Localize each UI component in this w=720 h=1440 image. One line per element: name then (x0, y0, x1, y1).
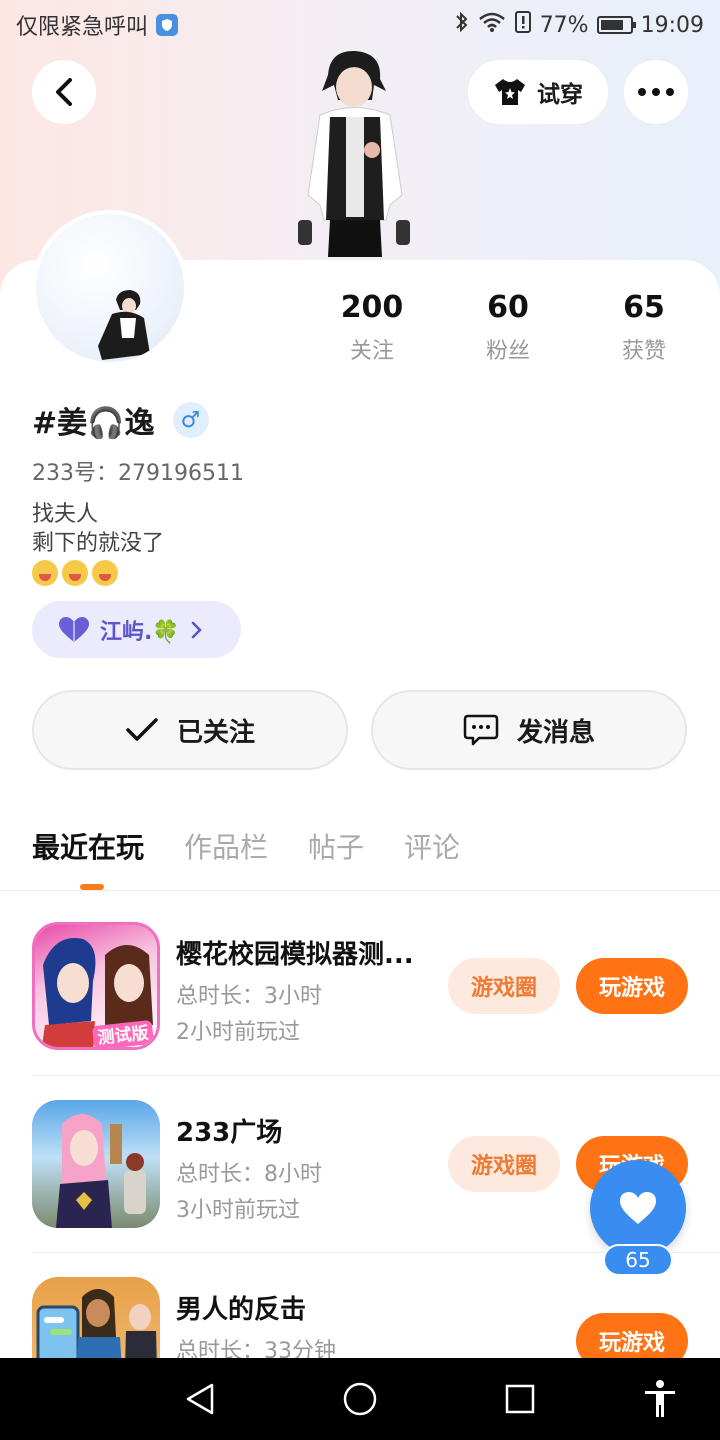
game-duration: 总时长：8小时 (176, 1162, 322, 1187)
send-message-button[interactable]: 发消息 (371, 690, 687, 770)
like-count-badge: 65 (603, 1244, 673, 1276)
stat-fans[interactable]: 60 粉丝 (448, 290, 568, 365)
following-label: 关注 (349, 339, 394, 364)
circle-home-icon (343, 1382, 377, 1416)
laughing-emoji-icon (32, 560, 58, 586)
game-circle-button[interactable]: 游戏圈 (448, 958, 560, 1014)
likes-count: 65 (623, 290, 665, 325)
profile-tabs: 最近在玩 作品栏 帖子 评论 (32, 826, 460, 866)
bluetooth-icon (454, 10, 470, 40)
nickname: #姜🎧逸 ♂ (32, 398, 209, 442)
heart-icon (59, 616, 89, 642)
square-recents-icon (505, 1384, 535, 1414)
sim-alert-icon (514, 10, 532, 40)
avatar[interactable] (32, 210, 188, 366)
bio-emoji-row (32, 560, 164, 586)
user-id: 233号：279196511 (32, 461, 244, 486)
wifi-icon (478, 11, 506, 39)
play-game-button[interactable]: 玩游戏 (576, 958, 688, 1014)
bio-line-1: 找夫人 (32, 502, 99, 527)
stat-following[interactable]: 200 关注 (312, 290, 432, 365)
battery-percent: 77% (539, 12, 589, 38)
tab-recently-played[interactable]: 最近在玩 (32, 826, 144, 866)
bio-line-2: 剩下的就没了 (32, 531, 165, 556)
following-count: 200 (340, 290, 404, 325)
heart-icon (620, 1192, 656, 1224)
game-last-played: 2小时前玩过 (176, 1020, 300, 1045)
send-message-label: 发消息 (516, 717, 595, 748)
likes-label: 获赞 (621, 339, 666, 364)
tab-comments[interactable]: 评论 (404, 826, 460, 866)
game-name: 233广场 (176, 1118, 283, 1148)
like-button[interactable] (590, 1160, 686, 1256)
row-divider (32, 1075, 720, 1076)
followed-button[interactable]: 已关注 (32, 690, 348, 770)
game-name: 男人的反击 (176, 1295, 307, 1325)
followed-label: 已关注 (176, 717, 255, 748)
more-icon (638, 88, 674, 96)
shield-icon (156, 14, 179, 36)
nav-accessibility-button[interactable] (635, 1374, 685, 1424)
nav-back-button[interactable] (175, 1374, 225, 1424)
pair-tag-label: 江屿.🍀 (100, 619, 180, 645)
game-icon: 测试版 (32, 922, 160, 1050)
emergency-call-text: 仅限紧急呼叫 (16, 15, 149, 40)
game-name: 樱花校园模拟器测... (176, 940, 414, 970)
game-last-played: 3小时前玩过 (176, 1198, 300, 1223)
nav-recents-button[interactable] (495, 1374, 545, 1424)
game-duration: 总时长：3小时 (176, 984, 322, 1009)
avatar-3d-figure (290, 45, 420, 260)
try-on-button[interactable]: 试穿 (468, 60, 608, 124)
accessibility-icon (645, 1380, 675, 1417)
nickname-text: #姜🎧逸 (32, 406, 155, 441)
more-options-button[interactable] (624, 60, 688, 124)
laughing-emoji-icon (62, 560, 88, 586)
tab-posts[interactable]: 帖子 (308, 826, 364, 866)
laughing-emoji-icon (92, 560, 118, 586)
chat-bubble-icon (463, 714, 499, 746)
male-gender-icon: ♂ (172, 402, 209, 438)
tab-works[interactable]: 作品栏 (184, 826, 268, 866)
chevron-right-icon (191, 621, 202, 638)
fans-label: 粉丝 (485, 339, 530, 364)
game-icon (32, 1100, 160, 1228)
shirt-icon (495, 79, 525, 105)
bio: 找夫人 剩下的就没了 (32, 500, 164, 586)
battery-icon (596, 16, 636, 34)
game-circle-button[interactable]: 游戏圈 (448, 1136, 560, 1192)
game-list-item[interactable]: 测试版 樱花校园模拟器测... 总时长：3小时 2小时前玩过 游戏圈 玩游戏 (32, 922, 688, 1052)
tabs-divider (0, 890, 720, 891)
back-button[interactable] (32, 60, 96, 124)
fans-count: 60 (487, 290, 529, 325)
clock: 19:09 (640, 12, 704, 38)
triangle-back-icon (186, 1383, 214, 1415)
checkmark-icon (126, 718, 158, 741)
status-bar: 仅限紧急呼叫 77% 19:09 (0, 0, 720, 50)
stat-likes[interactable]: 65 获赞 (584, 290, 704, 365)
chevron-left-icon (56, 78, 72, 106)
system-navigation-bar (0, 1358, 720, 1440)
pair-relationship-tag[interactable]: 江屿.🍀 (32, 601, 241, 658)
nav-home-button[interactable] (335, 1374, 385, 1424)
try-on-label: 试穿 (537, 82, 583, 108)
